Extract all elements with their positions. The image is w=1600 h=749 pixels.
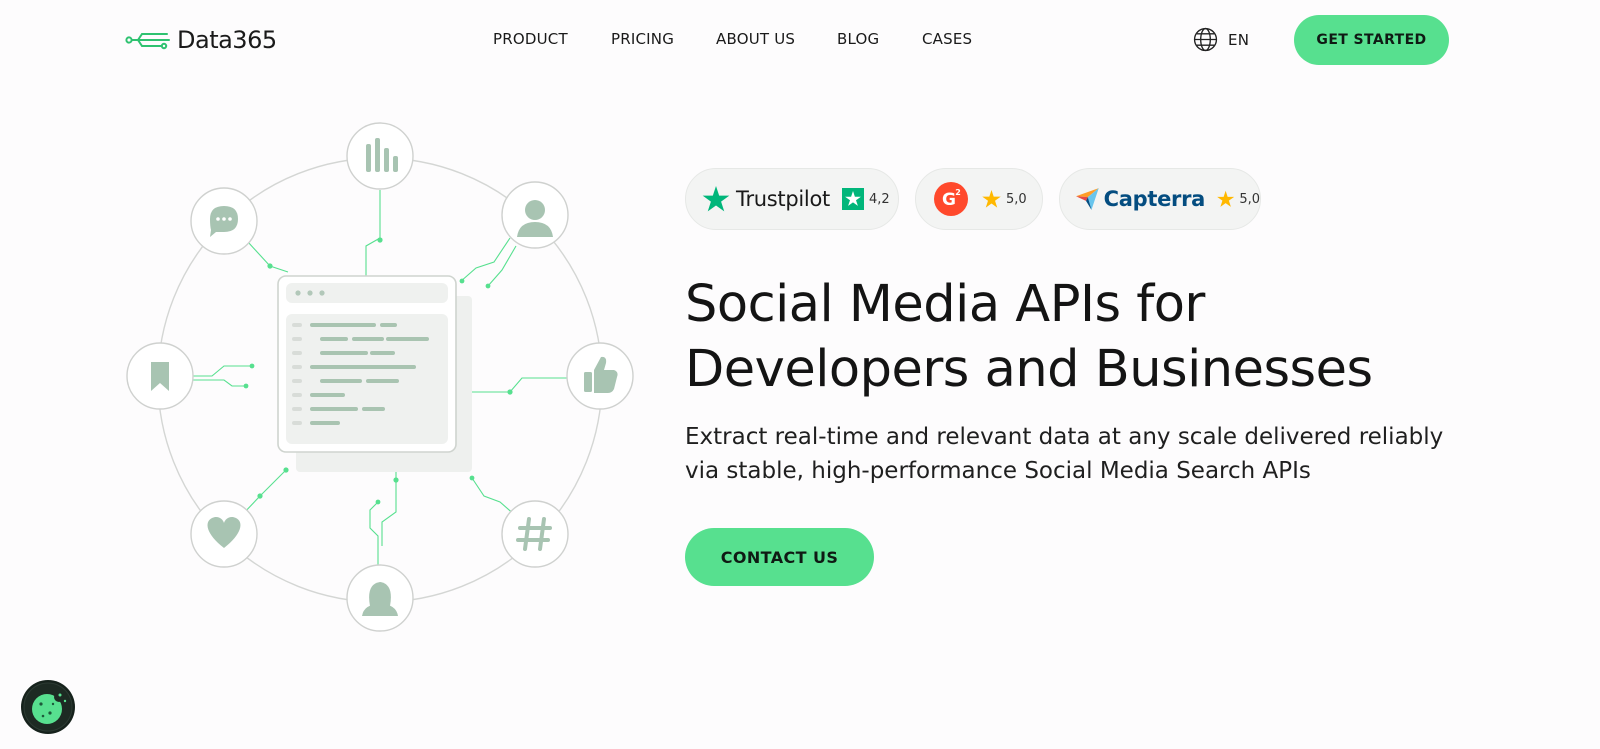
globe-icon: [1193, 27, 1218, 52]
trustpilot-name: Trustpilot: [736, 187, 830, 211]
capterra-badge[interactable]: Capterra 5,0: [1059, 168, 1261, 230]
network-illustration: [126, 122, 634, 632]
nav-pricing[interactable]: PRICING: [611, 30, 674, 48]
trustpilot-score: 4,2: [868, 191, 890, 207]
language-label: EN: [1228, 30, 1250, 49]
star-icon: [1217, 190, 1235, 207]
get-started-button[interactable]: GET STARTED: [1294, 15, 1449, 65]
trustpilot-badge[interactable]: Trustpilot 4,2: [685, 168, 899, 230]
language-selector[interactable]: EN: [1193, 27, 1249, 52]
svg-text:2: 2: [955, 188, 961, 197]
hero-subtitle-line-1: Extract real-time and relevant data at a…: [685, 424, 1444, 450]
hero-subtitle: Extract real-time and relevant data at a…: [685, 420, 1505, 488]
nav-cases[interactable]: CASES: [922, 30, 972, 48]
hero-title-line-2: Developers and Businesses: [685, 340, 1373, 399]
nav-about-us[interactable]: ABOUT US: [716, 30, 795, 48]
svg-text:G: G: [942, 190, 956, 210]
capterra-score: 5,0: [1239, 191, 1260, 207]
contact-us-button[interactable]: CONTACT US: [685, 528, 874, 586]
hero-title-line-1: Social Media APIs for: [685, 275, 1205, 334]
star-icon: [982, 190, 1001, 208]
cookie-settings-button[interactable]: [21, 680, 75, 734]
nav-blog[interactable]: BLOG: [837, 30, 879, 48]
capterra-logo-icon: [1076, 188, 1099, 210]
trustpilot-rating-icon: [841, 188, 864, 210]
g2-score: 5,0: [1006, 191, 1027, 207]
trustpilot-star-icon: [702, 186, 730, 212]
cookie-icon: [23, 682, 73, 732]
nav-product[interactable]: PRODUCT: [493, 30, 568, 48]
hero-subtitle-line-2: via stable, high-performance Social Medi…: [685, 458, 1311, 484]
hero-title: Social Media APIs for Developers and Bus…: [685, 272, 1545, 402]
g2-badge[interactable]: G 2 5,0: [915, 168, 1043, 230]
capterra-name: Capterra: [1103, 187, 1206, 211]
g2-logo-icon: G 2: [934, 182, 968, 216]
